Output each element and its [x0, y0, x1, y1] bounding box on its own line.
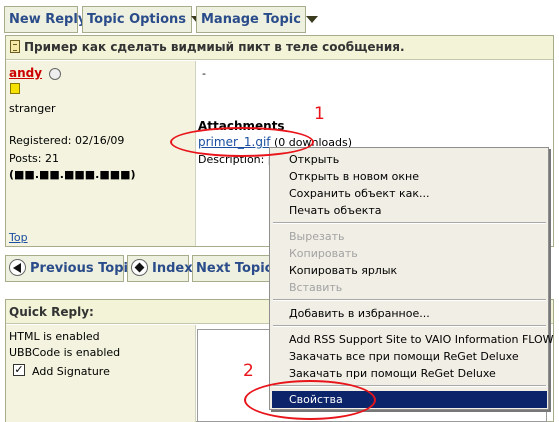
quick-reply-options: HTML is enabled UBBCode is enabled ✓ Add… [6, 325, 196, 422]
manage-topic-button[interactable]: Manage Topic [196, 6, 318, 33]
previous-topic-label: Previous Topic [30, 261, 136, 276]
author-ip: (■■.■■.■■■.■■■) [9, 168, 136, 181]
author-panel: andy stranger Registered: 02/16/09 Posts… [6, 61, 196, 246]
topic-options-button[interactable]: Topic Options [82, 6, 204, 33]
menu-item-print-object[interactable]: Печать объекта [272, 202, 547, 219]
dropdown-arrow-icon [305, 16, 318, 23]
previous-topic-button[interactable]: Previous Topic [5, 255, 136, 282]
manage-topic-label: Manage Topic [201, 12, 301, 27]
menu-separator [273, 325, 546, 327]
top-link[interactable]: Top [9, 231, 28, 244]
menu-item-save-object-as[interactable]: Сохранить объект как... [272, 185, 547, 202]
new-reply-button[interactable]: New Reply [4, 6, 86, 33]
rank-star-icon [10, 83, 20, 94]
annotation-circle-1 [170, 127, 314, 157]
post-icon [10, 40, 20, 53]
menu-item-copy-shortcut[interactable]: Копировать ярлык [272, 262, 547, 279]
context-menu: Открыть Открыть в новом окне Сохранить о… [269, 147, 554, 410]
add-signature-label: Add Signature [32, 365, 110, 378]
ubbcode-status: UBBCode is enabled [9, 346, 121, 359]
menu-item-add-rss[interactable]: Add RSS Support Site to VAIO Information… [272, 331, 554, 348]
menu-item-open[interactable]: Открыть [272, 151, 547, 168]
annotation-marker-1: 1 [314, 104, 325, 124]
online-status-icon [48, 68, 61, 80]
registration-date: Registered: 02/16/09 [9, 134, 125, 147]
menu-item-paste[interactable]: Вставить [272, 279, 547, 296]
post-title-bar: Пример как сделать видмиый пикт в теле с… [6, 36, 553, 60]
menu-item-cut[interactable]: Вырезать [272, 228, 547, 245]
menu-separator [273, 222, 546, 224]
menu-separator [273, 299, 546, 301]
post-title: Пример как сделать видмиый пикт в теле с… [24, 40, 405, 54]
author-rank: stranger [9, 102, 56, 115]
post-count: Posts: 21 [9, 152, 59, 165]
left-arrow-icon [9, 259, 26, 276]
html-status: HTML is enabled [9, 330, 100, 343]
topic-options-label: Topic Options [87, 12, 187, 27]
index-button[interactable]: Index [127, 255, 193, 282]
menu-item-open-new-window[interactable]: Открыть в новом окне [272, 168, 547, 185]
annotation-marker-2: 2 [243, 361, 254, 381]
add-signature-checkbox[interactable]: ✓ [13, 364, 25, 376]
new-reply-label: New Reply [9, 12, 87, 27]
annotation-circle-2 [244, 380, 376, 420]
next-topic-label: Next Topic [196, 261, 273, 276]
post-body: - [202, 67, 206, 80]
menu-item-copy[interactable]: Копировать [272, 245, 547, 262]
index-label: Index [152, 261, 193, 276]
menu-item-add-favorites[interactable]: Добавить в избранное... [272, 305, 547, 322]
author-link[interactable]: andy [9, 66, 42, 80]
index-icon [131, 259, 148, 276]
menu-item-reget-all[interactable]: Закачать все при помощи ReGet Deluxe [272, 348, 547, 365]
